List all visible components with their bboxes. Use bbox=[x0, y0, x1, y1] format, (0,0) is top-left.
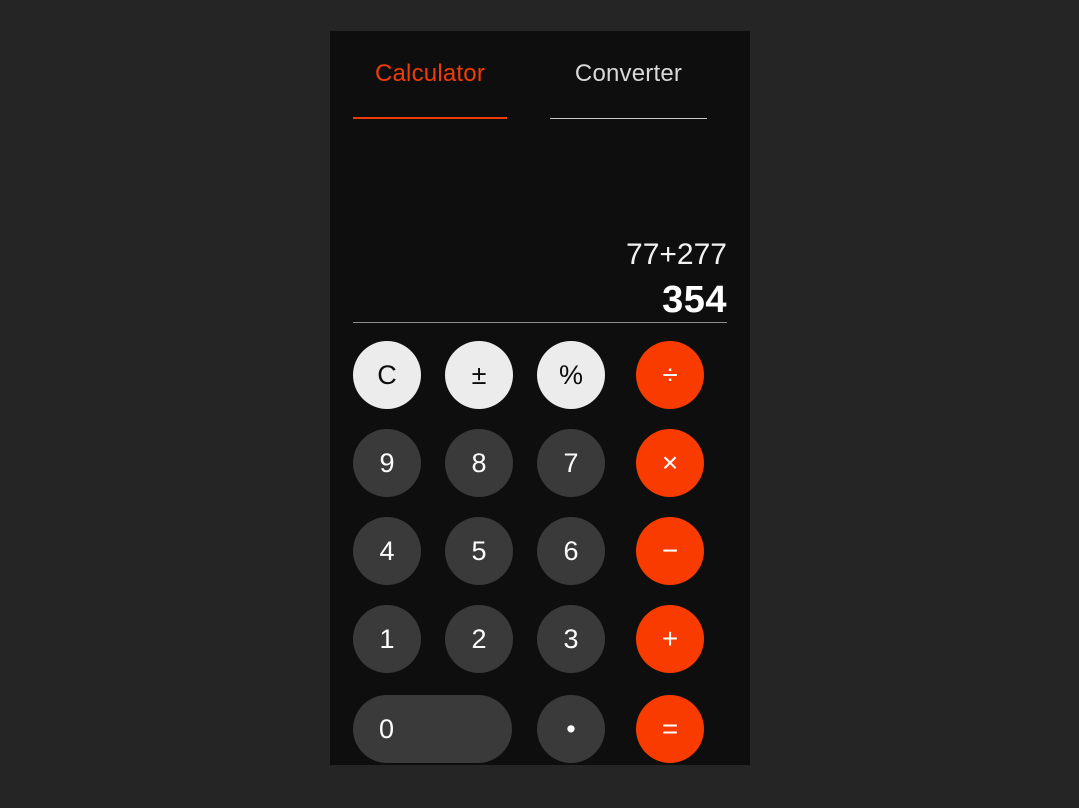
divide-icon: ÷ bbox=[662, 359, 678, 390]
decimal-icon: • bbox=[566, 714, 576, 744]
plus-icon: + bbox=[661, 623, 679, 654]
expression-text: 77+277 bbox=[626, 238, 727, 271]
key-digit-1[interactable]: 1 bbox=[353, 605, 421, 673]
multiply-icon: × bbox=[661, 447, 679, 478]
percent-icon: % bbox=[558, 360, 583, 390]
key-digit-9[interactable]: 9 bbox=[353, 429, 421, 497]
display-divider bbox=[353, 322, 727, 323]
clear-icon: C bbox=[377, 360, 397, 390]
key-digit-3[interactable]: 3 bbox=[537, 605, 605, 673]
equals-icon: = bbox=[661, 713, 679, 744]
key-digit-5[interactable]: 5 bbox=[445, 517, 513, 585]
digit-one: 1 bbox=[379, 624, 395, 654]
digit-three: 3 bbox=[563, 624, 579, 654]
tab-converter-label: Converter bbox=[574, 60, 683, 87]
key-digit-4[interactable]: 4 bbox=[353, 517, 421, 585]
digit-eight: 8 bbox=[471, 448, 487, 478]
calculator-display: 77+277 354 bbox=[353, 151, 727, 323]
key-digit-6[interactable]: 6 bbox=[537, 517, 605, 585]
digit-six: 6 bbox=[563, 536, 579, 566]
digit-four: 4 bbox=[379, 536, 395, 566]
tab-calculator-active-underline bbox=[353, 117, 507, 119]
plus-minus-icon: ± bbox=[471, 360, 487, 390]
key-decimal-point[interactable]: • bbox=[537, 695, 605, 763]
calculator-app-panel: Calculator Converter 77+277 354 C ± % ÷ … bbox=[330, 31, 750, 765]
key-divide[interactable]: ÷ bbox=[636, 341, 704, 409]
tab-converter[interactable]: Converter bbox=[550, 59, 707, 125]
tab-converter-underline bbox=[550, 118, 707, 119]
digit-nine: 9 bbox=[379, 448, 395, 478]
key-clear[interactable]: C bbox=[353, 341, 421, 409]
tab-calculator-label: Calculator bbox=[374, 60, 486, 87]
digit-zero: 0 bbox=[379, 714, 395, 744]
minus-icon: − bbox=[661, 535, 679, 566]
key-subtract[interactable]: − bbox=[636, 517, 704, 585]
key-plus-minus[interactable]: ± bbox=[445, 341, 513, 409]
key-multiply[interactable]: × bbox=[636, 429, 704, 497]
key-equals[interactable]: = bbox=[636, 695, 704, 763]
result-text: 354 bbox=[662, 279, 727, 321]
keypad: C ± % ÷ 9 8 7 × 4 5 6 − 1 2 3 + 0 • = bbox=[353, 341, 727, 763]
digit-seven: 7 bbox=[563, 448, 579, 478]
tab-bar: Calculator Converter bbox=[353, 59, 730, 125]
digit-five: 5 bbox=[471, 536, 487, 566]
tab-calculator[interactable]: Calculator bbox=[353, 59, 507, 125]
key-percent[interactable]: % bbox=[537, 341, 605, 409]
key-digit-8[interactable]: 8 bbox=[445, 429, 513, 497]
digit-two: 2 bbox=[471, 624, 487, 654]
key-digit-2[interactable]: 2 bbox=[445, 605, 513, 673]
key-digit-0[interactable]: 0 bbox=[353, 695, 512, 763]
key-digit-7[interactable]: 7 bbox=[537, 429, 605, 497]
key-add[interactable]: + bbox=[636, 605, 704, 673]
